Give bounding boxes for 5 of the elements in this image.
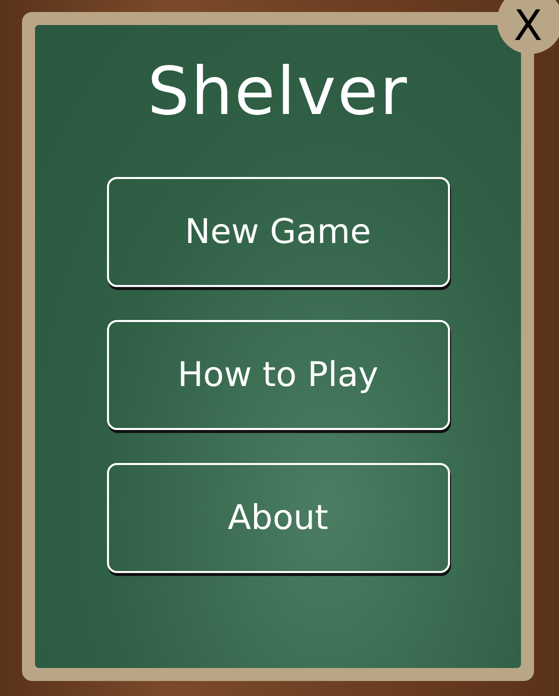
menu-button[interactable]: About	[106, 463, 450, 573]
game-title: Shelver	[147, 52, 409, 132]
close-button[interactable]: X	[497, 0, 559, 54]
menu-button[interactable]: New Game	[106, 177, 450, 287]
menu-button[interactable]: How to Play	[106, 320, 450, 430]
